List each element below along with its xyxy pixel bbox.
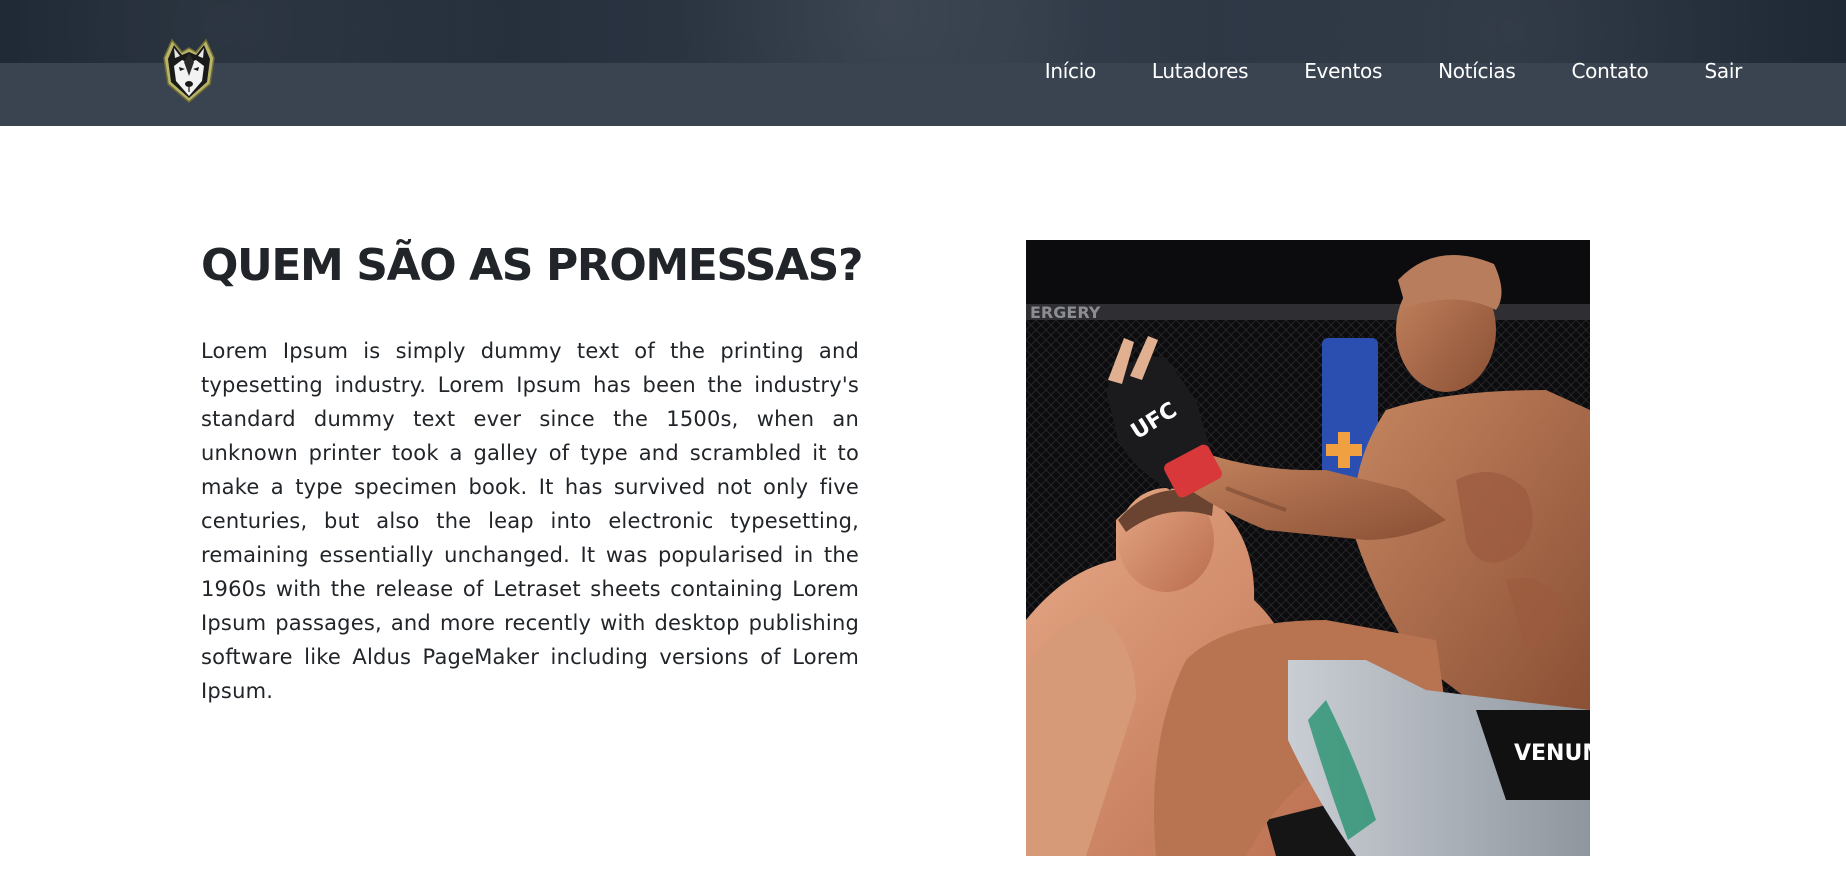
header-background-image: [0, 0, 1846, 63]
site-header: Início Lutadores Eventos Notícias Contat…: [0, 0, 1846, 126]
svg-text:ERGERY: ERGERY: [1030, 303, 1101, 322]
nav-item-noticias[interactable]: Notícias: [1438, 58, 1516, 84]
banner-text: ERGERY: [1030, 303, 1101, 322]
main-navigation: Início Lutadores Eventos Notícias Contat…: [989, 58, 1743, 84]
section-title: QUEM SÃO AS PROMESSAS?: [201, 240, 863, 291]
svg-text:VENUM: VENUM: [1514, 741, 1590, 766]
fighters-photo: ERGERY UFC VENU: [1026, 240, 1590, 856]
nav-item-eventos[interactable]: Eventos: [1304, 58, 1382, 84]
nav-item-contato[interactable]: Contato: [1572, 58, 1649, 84]
wolf-logo-icon[interactable]: [160, 36, 218, 104]
shorts-logo: VENUM: [1514, 741, 1590, 766]
nav-item-inicio[interactable]: Início: [1045, 58, 1096, 84]
nav-item-sair[interactable]: Sair: [1704, 58, 1742, 84]
nav-item-lutadores[interactable]: Lutadores: [1152, 58, 1249, 84]
section-paragraph: Lorem Ipsum is simply dummy text of the …: [201, 339, 859, 703]
